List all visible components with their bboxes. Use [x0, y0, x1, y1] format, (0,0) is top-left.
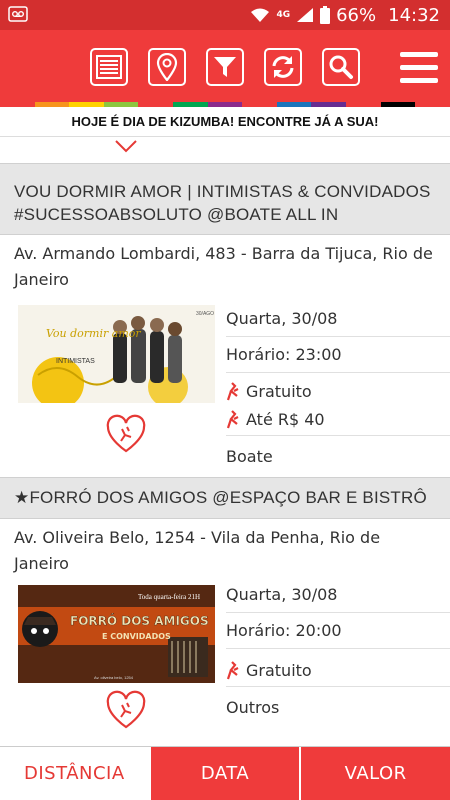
tab-distance[interactable]: DISTÂNCIA: [0, 747, 149, 800]
wifi-icon: [251, 8, 270, 22]
event-address: Av. Oliveira Belo, 1254 - Vila da Penha,…: [14, 528, 381, 573]
event-list: VOU DORMIR AMOR | INTIMISTAS & CONVIDADO…: [0, 163, 450, 761]
event-address: Av. Armando Lombardi, 483 - Barra da Tij…: [14, 244, 433, 289]
event-time: Horário: 20:00: [226, 613, 450, 649]
filter-button[interactable]: [206, 48, 244, 86]
event-date: Quarta, 30/08: [226, 301, 450, 337]
event-info: Quarta, 30/08 Horário: 23:00 Gratuito At…: [226, 301, 450, 476]
network-type: 4G: [276, 9, 291, 20]
event-category: Outros: [226, 698, 280, 717]
event-flyer-image[interactable]: Toda quarta-feira 21H FORRÓ DOS AMIGOS E…: [18, 585, 215, 683]
event-category: Boate: [226, 447, 273, 466]
voicemail-icon: [8, 6, 28, 22]
location-pin-icon: [156, 53, 178, 81]
list-icon: [96, 55, 122, 79]
event-time: Horário: 23:00: [226, 337, 450, 373]
flyer-header: Toda quarta-feira 21H: [138, 593, 200, 601]
dancer-icon: [226, 409, 239, 428]
menu-button[interactable]: [400, 52, 438, 84]
favorite-heart-icon[interactable]: [105, 689, 147, 731]
price-max: Até R$ 40: [246, 410, 325, 429]
search-button[interactable]: [322, 48, 360, 86]
filter-icon: [214, 57, 236, 77]
favorite-heart-icon[interactable]: [105, 413, 147, 455]
status-bar: 4G 66% 14:32: [0, 0, 450, 30]
flyer-subtitle: E CONVIDADOS: [102, 632, 171, 641]
chevron-down-icon[interactable]: [114, 138, 138, 154]
clock: 14:32: [388, 4, 440, 26]
flyer-subtitle: INTIMISTAS: [56, 358, 95, 365]
battery-icon: [320, 6, 331, 24]
list-view-button[interactable]: [90, 48, 128, 86]
flyer-header: 30/AGO: [196, 311, 214, 317]
toolbar: [0, 30, 450, 102]
event-card[interactable]: ★FORRÓ DOS AMIGOS @ESPAÇO BAR E BISTRÔ A…: [0, 477, 450, 761]
menu-icon: [400, 52, 438, 57]
event-date: Quarta, 30/08: [226, 577, 450, 613]
event-title[interactable]: ★FORRÓ DOS AMIGOS @ESPAÇO BAR E BISTRÔ: [0, 477, 450, 519]
dancer-icon: [226, 660, 239, 679]
price-row: Gratuito: [226, 655, 450, 687]
price-free: Gratuito: [246, 382, 312, 401]
signal-icon: [297, 8, 314, 22]
event-card[interactable]: VOU DORMIR AMOR | INTIMISTAS & CONVIDADO…: [0, 163, 450, 477]
event-flyer-image[interactable]: 30/AGO Vou dormir amor INTIMISTAS: [18, 305, 215, 403]
tab-date[interactable]: DATA: [148, 747, 300, 800]
sort-tab-bar: DISTÂNCIA DATA VALOR: [0, 746, 450, 800]
map-button[interactable]: [148, 48, 186, 86]
search-icon: [329, 55, 353, 79]
flyer-title: FORRÓ DOS AMIGOS: [70, 613, 209, 628]
tab-value[interactable]: VALOR: [299, 747, 450, 800]
price-free: Gratuito: [246, 661, 312, 680]
refresh-icon: [272, 56, 294, 78]
battery-level: 66%: [336, 4, 377, 26]
event-title[interactable]: VOU DORMIR AMOR | INTIMISTAS & CONVIDADO…: [0, 163, 450, 235]
promo-banner[interactable]: HOJE É DIA DE KIZUMBA! ENCONTRE JÁ A SUA…: [0, 107, 450, 137]
refresh-button[interactable]: [264, 48, 302, 86]
price-row: Até R$ 40: [226, 404, 450, 436]
flyer-script: Vou dormir amor: [46, 327, 141, 340]
dancer-icon: [226, 381, 239, 400]
flyer-footer: Av. oliveira belo, 1254: [94, 675, 134, 680]
event-info: Quarta, 30/08 Horário: 20:00 Gratuito Ou…: [226, 577, 450, 727]
price-row: Gratuito: [226, 379, 450, 404]
